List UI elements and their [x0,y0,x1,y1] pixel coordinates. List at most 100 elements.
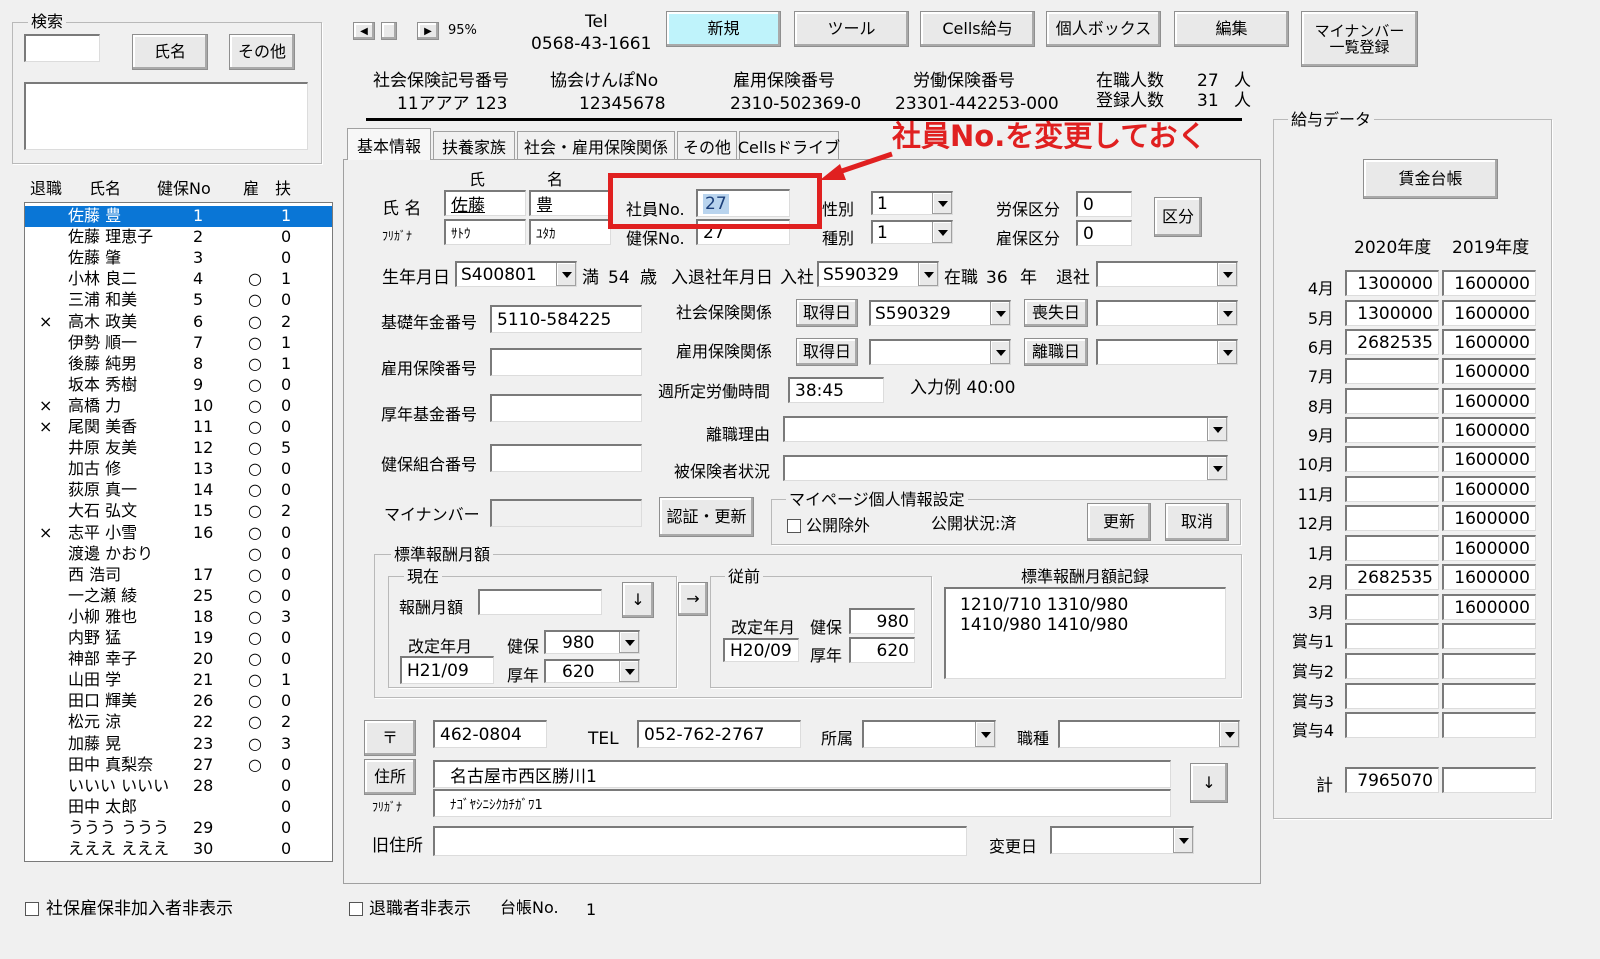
search-input[interactable] [24,34,100,62]
salary-cell[interactable] [1345,505,1439,531]
list-item[interactable]: 一之瀬 綾 25 ○ 0 [25,586,332,607]
koyo-no-input[interactable] [490,348,642,376]
list-item[interactable]: 佐藤 理恵子 2 0 [25,227,332,248]
salary-cell[interactable] [1345,358,1439,384]
salary-cell[interactable] [1345,535,1439,561]
koyo-shutoku-button[interactable]: 取得日 [796,338,858,366]
scroll-left-button[interactable]: ◀ [353,22,375,40]
hyojun-record-box[interactable]: 1210/710 1310/980 1410/980 1410/980 [944,587,1226,679]
salary-cell[interactable]: 1600000 [1442,270,1536,296]
shubetsu-select[interactable]: 1 [871,220,953,244]
salary-cell[interactable]: 1600000 [1442,358,1536,384]
shokushu-select[interactable] [1058,720,1240,748]
shaho-soshitsu-select[interactable] [1096,300,1238,326]
list-item[interactable]: 坂本 秀樹 9 ○ 0 [25,375,332,396]
salary-cell[interactable]: 2682535 [1345,329,1439,355]
tab-sonota[interactable]: その他 [677,131,737,159]
salary-cell[interactable] [1442,683,1536,709]
list-item[interactable]: 西 浩司 17 ○ 0 [25,565,332,586]
houshu-input[interactable] [478,589,602,615]
personal-box-button[interactable]: 個人ボックス [1046,11,1161,47]
list-item[interactable]: 加藤 晃 23 ○ 3 [25,734,332,755]
list-item[interactable]: 加古 修 13 ○ 0 [25,459,332,480]
taisha-select[interactable] [1096,261,1238,287]
list-item[interactable]: えええ えええ 30 0 [25,839,332,860]
hide-retired-checkbox[interactable] [349,902,363,916]
salary-cell[interactable]: 1600000 [1442,300,1536,326]
kaitei-input[interactable]: H21/09 [400,656,494,684]
list-item[interactable]: 伊勢 順一 7 ○ 1 [25,333,332,354]
list-item[interactable]: 大石 弘文 15 ○ 2 [25,501,332,522]
salary-cell[interactable]: 1600000 [1442,417,1536,443]
sei-kana-input[interactable]: ｻﾄｳ [444,219,526,245]
salary-cell[interactable]: 2682535 [1345,564,1439,590]
list-item[interactable]: 松元 涼 22 ○ 2 [25,712,332,733]
salary-cell[interactable] [1345,594,1439,620]
shaho-shutoku-button[interactable]: 取得日 [796,299,858,327]
koyo-rishoku-button[interactable]: 離職日 [1024,338,1088,366]
salary-cell[interactable]: 1600000 [1442,476,1536,502]
list-item[interactable]: 田中 真梨奈 27 ○ 0 [25,755,332,776]
tool-button[interactable]: ツール [794,11,909,47]
search-result-box[interactable] [24,82,308,150]
scroll-right-button[interactable]: ▶ [417,22,439,40]
list-item[interactable]: 渡邊 かおり ○ 0 [25,544,332,565]
shaho-shutoku-select[interactable]: S590329 [869,300,1011,326]
salary-cell[interactable]: 1600000 [1442,329,1536,355]
ninsho-update-button[interactable]: 認証・更新 [659,497,754,537]
hide-unenrolled-checkbox[interactable] [25,902,39,916]
list-item[interactable]: × 志平 小雪 16 ○ 0 [25,523,332,544]
chingin-daicho-button[interactable]: 賃金台帳 [1363,159,1498,199]
list-item[interactable]: 内野 猛 19 ○ 0 [25,628,332,649]
list-item[interactable]: × 高橋 力 10 ○ 0 [25,396,332,417]
mei-input[interactable]: 豊 [529,190,611,216]
salary-cell[interactable] [1345,476,1439,502]
mei-kana-input[interactable]: ﾕﾀｶ [529,219,611,245]
kosei-kikin-input[interactable] [490,394,642,422]
list-item[interactable]: × 尾関 美香 11 ○ 0 [25,417,332,438]
shozoku-select[interactable] [862,720,996,748]
koyo-shutoku-select[interactable] [869,339,1011,365]
hihoken-select[interactable] [783,455,1228,481]
mynumber-input[interactable] [490,499,642,527]
list-item[interactable]: ううう ううう 29 0 [25,818,332,839]
salary-cell[interactable]: 1300000 [1345,270,1439,296]
kenpo-kumiai-input[interactable] [490,444,642,472]
list-item[interactable]: 後藤 純男 8 ○ 1 [25,354,332,375]
salary-cell[interactable] [1345,712,1439,738]
search-other-button[interactable]: その他 [229,34,295,70]
jusho-button[interactable]: 住所 [364,759,416,795]
salary-cell[interactable]: 1300000 [1345,300,1439,326]
list-item[interactable]: 佐藤 肇 3 0 [25,248,332,269]
zip-button[interactable]: 〒 [364,720,416,756]
edit-button[interactable]: 編集 [1174,11,1289,47]
hyojun-right-button[interactable]: → [678,582,708,616]
salary-cell[interactable] [1345,623,1439,649]
mypage-exclude-checkbox[interactable] [787,519,801,533]
tel-input[interactable]: 052-762-2767 [637,720,801,748]
list-item[interactable]: × 高木 政美 6 ○ 2 [25,312,332,333]
list-item[interactable]: 小林 良二 4 ○ 1 [25,269,332,290]
tab-kihon[interactable]: 基本情報 [347,128,431,160]
salary-cell[interactable] [1345,683,1439,709]
prev-kenpo-input[interactable]: 980 [849,608,915,634]
zoom-slider-thumb[interactable] [381,22,397,40]
list-item[interactable]: 荻原 真一 14 ○ 0 [25,480,332,501]
prev-konen-input[interactable]: 620 [849,637,915,663]
address-down-button[interactable]: ↓ [1190,763,1228,803]
salary-cell[interactable] [1345,446,1439,472]
mynumber-list-button[interactable]: マイナンバー 一覧登録 [1301,11,1418,67]
hyojun-down-button[interactable]: ↓ [622,582,654,618]
nyusha-select[interactable]: S590329 [817,261,939,287]
salary-cell[interactable]: 1600000 [1442,564,1536,590]
salary-cell[interactable]: 1600000 [1442,594,1536,620]
shotei-input[interactable]: 38:45 [788,377,884,403]
list-item[interactable]: 田口 輝美 26 ○ 0 [25,691,332,712]
tab-shaho-koyo[interactable]: 社会・雇用保険関係 [517,131,675,159]
koho-input[interactable]: 0 [1076,220,1132,246]
rouho-input[interactable]: 0 [1076,191,1132,217]
mypage-update-button[interactable]: 更新 [1087,503,1151,541]
seibetsu-select[interactable]: 1 [871,191,953,215]
list-item[interactable]: 山田 学 21 ○ 1 [25,670,332,691]
salary-cell[interactable] [1442,712,1536,738]
